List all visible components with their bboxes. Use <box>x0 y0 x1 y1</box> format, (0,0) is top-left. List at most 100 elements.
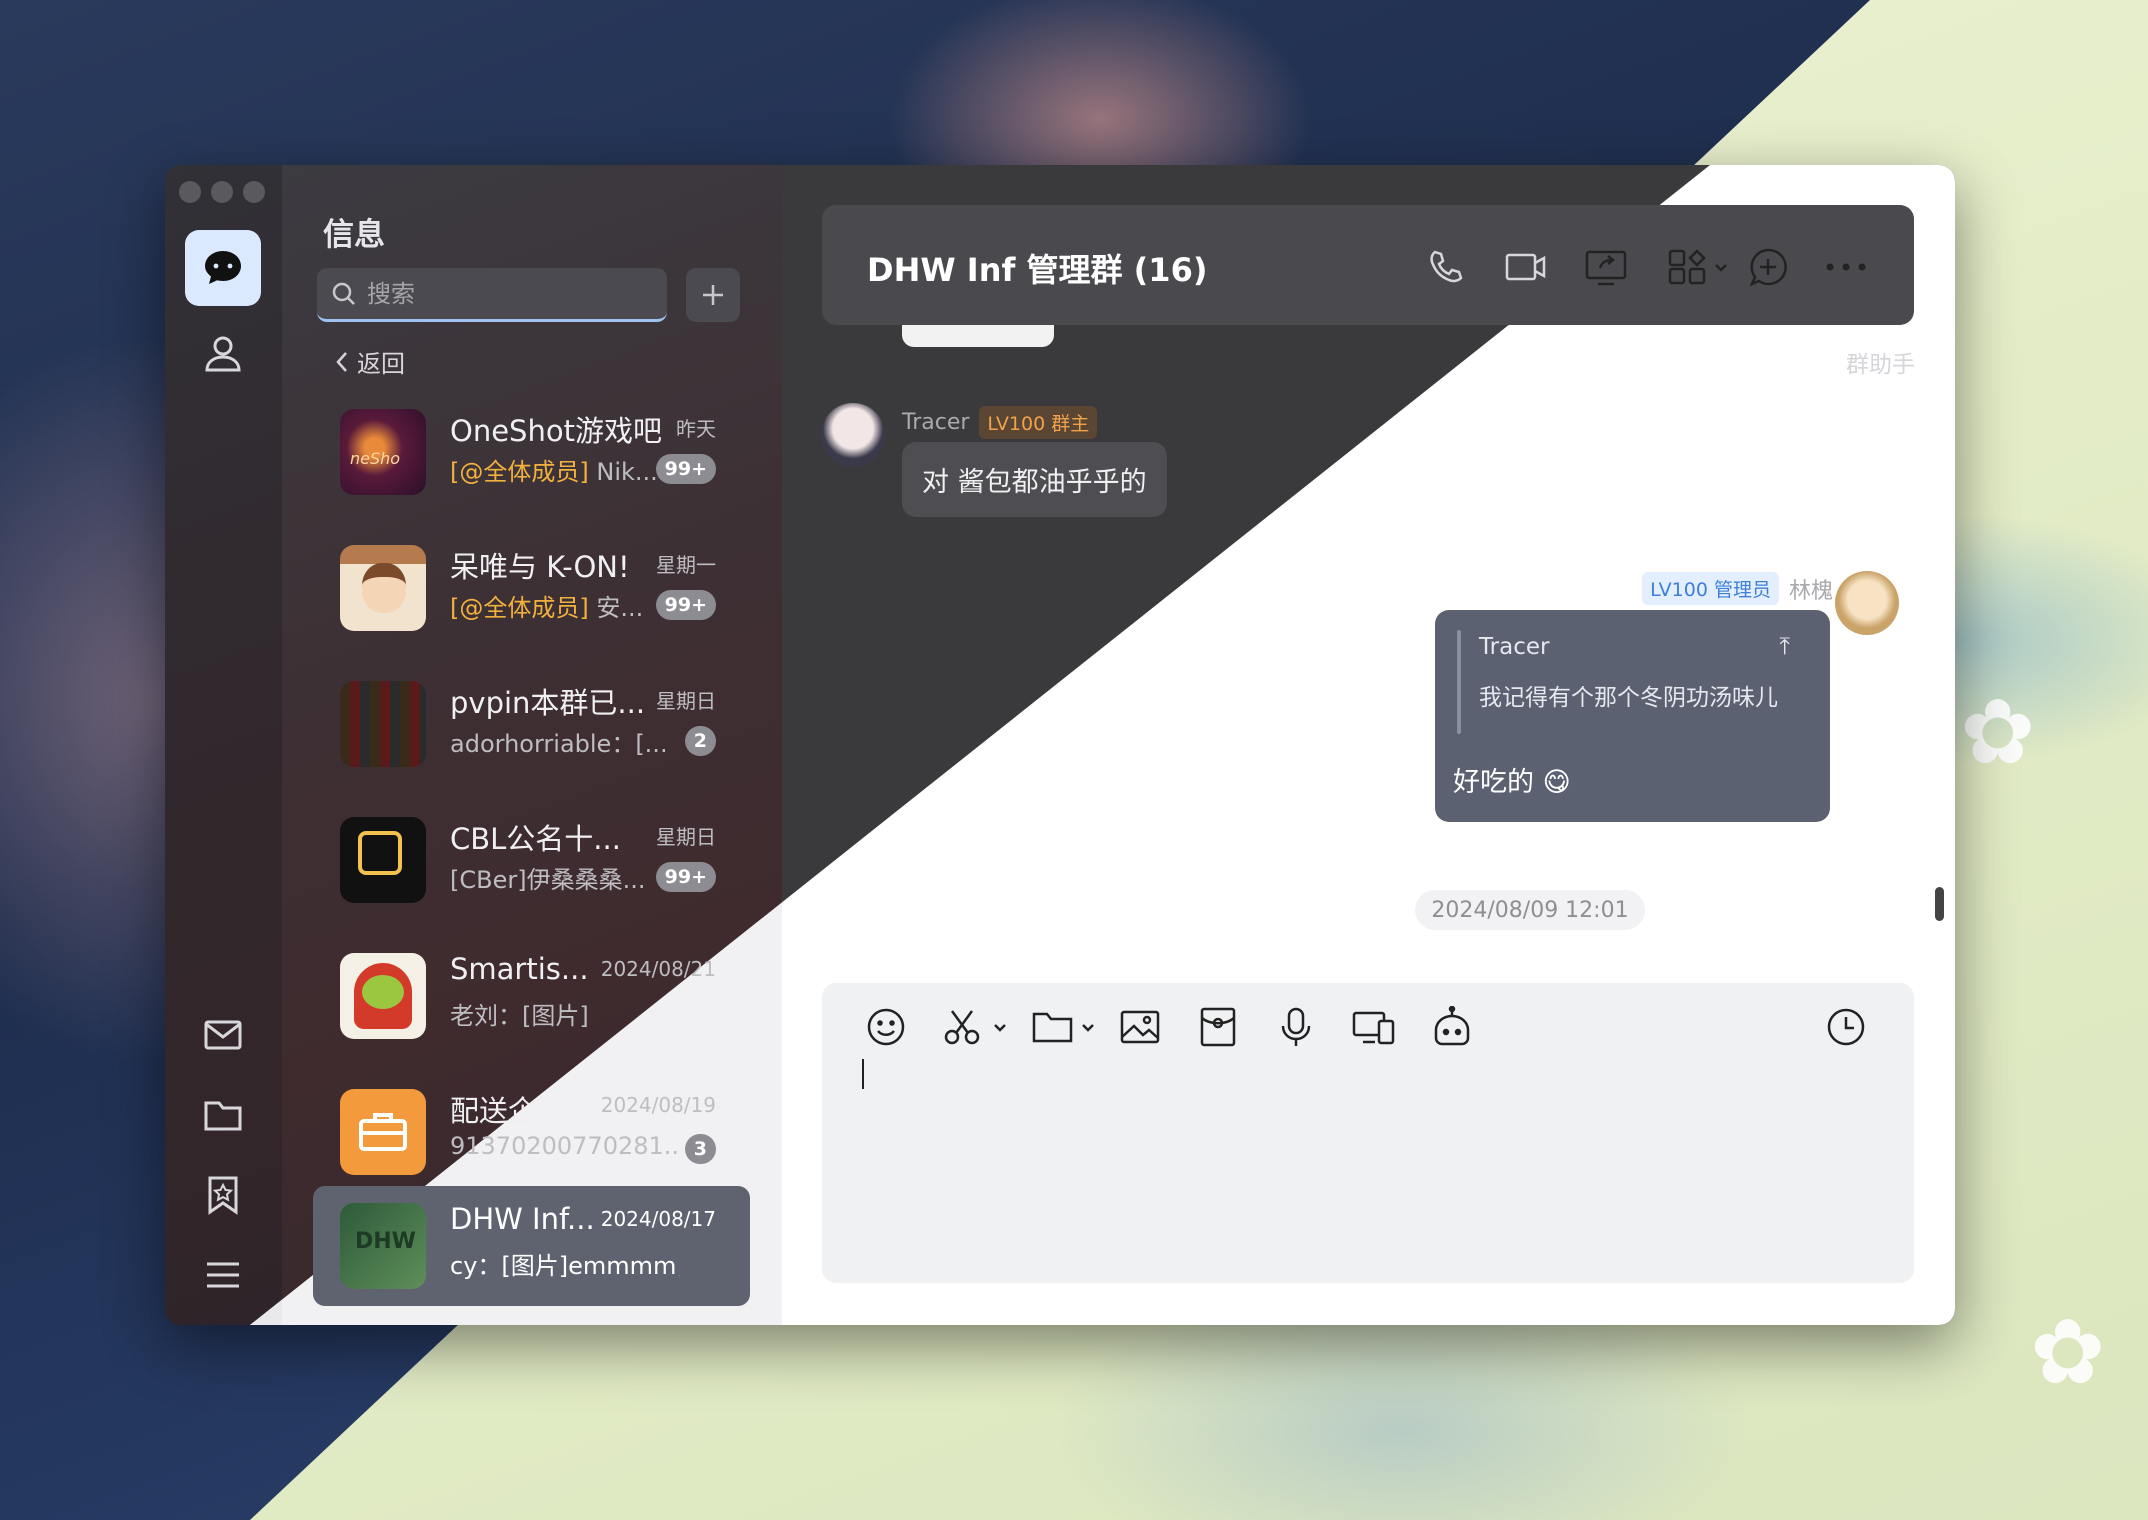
chat-bubble-icon <box>205 251 241 284</box>
close-window-button[interactable] <box>179 181 201 203</box>
chat-time: 星期日 <box>656 689 716 713</box>
mail-nav-button[interactable] <box>185 997 261 1073</box>
unread-badge: 99+ <box>655 454 716 484</box>
send-image-button[interactable] <box>1116 1003 1164 1051</box>
chat-title: CBL公名十... <box>450 822 621 856</box>
emoji-button[interactable] <box>862 1003 910 1051</box>
chat-list-item[interactable]: CBL公名十... 星期日 [CBer]伊桑桑桑... 99+ <box>313 800 750 920</box>
red-packet-icon <box>1200 1007 1236 1047</box>
voice-call-button[interactable] <box>1422 245 1470 289</box>
jump-to-quote-icon[interactable]: ⤒ <box>1779 632 1790 660</box>
person-icon <box>205 336 241 372</box>
chat-list-item-selected[interactable]: DHW DHW Inf... 2024/08/17 cy：[图片]emmmm，.… <box>313 1186 750 1306</box>
messages-nav-button[interactable] <box>185 230 261 306</box>
chat-preview-text: 安... <box>588 594 644 622</box>
unread-badge: 3 <box>684 1134 716 1164</box>
chat-preview: 91370200770281... <box>450 1132 680 1160</box>
quote-author: Tracer <box>1479 634 1550 660</box>
unread-badge: 99+ <box>655 590 716 620</box>
share-screen-icon <box>1585 250 1627 286</box>
share-screen-button[interactable] <box>1582 245 1630 289</box>
sender-avatar[interactable] <box>1835 571 1899 635</box>
text-cursor <box>862 1059 864 1089</box>
briefcase-icon <box>359 1113 407 1151</box>
send-file-button[interactable] <box>1028 1003 1100 1051</box>
unread-badge: 99+ <box>655 862 716 892</box>
devices-icon <box>1352 1011 1395 1045</box>
message-bubble-reply[interactable]: Tracer ⤒ 我记得有个那个冬阴功汤味儿 好吃的 😋 <box>1435 610 1830 822</box>
mail-icon <box>204 1020 242 1050</box>
zoom-window-button[interactable] <box>243 181 265 203</box>
menu-nav-button[interactable] <box>185 1237 261 1313</box>
group-avatar <box>340 545 426 631</box>
chat-preview: [@全体成员] Nik... <box>450 452 658 487</box>
smiley-icon <box>867 1008 905 1046</box>
voice-message-button[interactable] <box>1272 1003 1320 1051</box>
time-separator: 2024/08/09 12:01 <box>1415 890 1645 930</box>
sender-name: 林槐 <box>1788 578 1833 604</box>
messages-scrollbar[interactable] <box>1935 887 1944 921</box>
video-camera-icon <box>1505 253 1546 281</box>
favorites-nav-button[interactable] <box>185 1157 261 1233</box>
message-bubble[interactable]: 对 酱包都油乎乎的 <box>902 442 1167 517</box>
quote-text: 我记得有个那个冬阴功汤味儿 <box>1479 685 1778 711</box>
group-avatar: DHW <box>340 1203 426 1289</box>
chat-time: 2024/08/19 <box>600 1093 716 1117</box>
message-composer[interactable] <box>822 983 1914 1283</box>
chat-list-item[interactable]: Smartis... 2024/08/21 老刘：[图片] <box>313 936 750 1056</box>
reply-text: 好吃的 😋 <box>1453 767 1571 798</box>
screen-share-button[interactable] <box>1350 1003 1398 1051</box>
red-packet-button[interactable] <box>1194 1003 1242 1051</box>
chat-title: 配送企... <box>450 1094 565 1128</box>
screenshot-button[interactable] <box>940 1003 1012 1051</box>
unread-badge: 2 <box>684 726 716 756</box>
group-helper-link[interactable]: 群助手 <box>1846 345 1915 379</box>
chat-header: DHW Inf 管理群 (16) <box>822 205 1914 325</box>
chat-preview-text: Nik... <box>588 458 658 486</box>
history-button[interactable] <box>1822 1003 1870 1051</box>
search-input[interactable] <box>367 279 647 308</box>
create-button[interactable] <box>686 268 740 322</box>
video-call-button[interactable] <box>1502 245 1550 289</box>
chat-time: 星期一 <box>656 553 716 577</box>
mention-tag: [@全体成员] <box>450 594 589 622</box>
minimize-window-button[interactable] <box>211 181 233 203</box>
chat-preview: [CBer]伊桑桑桑... <box>450 866 646 894</box>
chat-time: 昨天 <box>676 417 716 441</box>
bot-button[interactable] <box>1428 1003 1476 1051</box>
chat-preview: adorhorriable：[... <box>450 730 668 758</box>
chat-preview: [@全体成员] 安... <box>450 588 643 623</box>
chat-list-item[interactable]: 呆唯与 K-ON! 星期一 [@全体成员] 安... 99+ <box>313 528 750 648</box>
sender-info: LV100 管理员 林槐 <box>1642 572 1833 605</box>
contacts-nav-button[interactable] <box>185 315 261 391</box>
sender-avatar[interactable] <box>821 403 885 467</box>
admin-level-badge: LV100 管理员 <box>1642 572 1779 605</box>
section-title: 信息 <box>323 217 385 253</box>
back-button[interactable]: 返回 <box>335 344 405 379</box>
chat-title: Smartis... <box>450 952 589 986</box>
chat-preview: 老刘：[图片] <box>450 1002 589 1030</box>
scissors-icon <box>944 1010 1006 1045</box>
add-button[interactable] <box>1744 245 1792 289</box>
qq-window: 信息 返回 群助手 neSho OneShot游戏吧 昨天 [@全体成员] Ni… <box>165 165 1955 1325</box>
more-dots-icon <box>1826 263 1866 271</box>
chat-list-item[interactable]: 配送企... 2024/08/19 91370200770281... 3 <box>313 1072 750 1192</box>
chat-list-item[interactable]: neSho OneShot游戏吧 昨天 [@全体成员] Nik... 99+ <box>313 392 750 512</box>
plus-bubble-icon <box>1749 248 1787 287</box>
apps-button[interactable] <box>1664 245 1736 289</box>
search-box[interactable] <box>317 268 667 322</box>
group-avatar <box>340 681 426 767</box>
previous-image-message[interactable] <box>902 325 1054 347</box>
chat-title: DHW Inf... <box>450 1202 595 1236</box>
chat-preview: cy：[图片]emmmm，... <box>450 1252 680 1280</box>
sender-name: Tracer <box>902 410 970 435</box>
quote-bar <box>1457 630 1461 734</box>
chat-list-item[interactable]: pvpin本群已... 星期日 adorhorriable：[... 2 <box>313 664 750 784</box>
chat-time: 星期日 <box>656 825 716 849</box>
robot-icon <box>1434 1006 1470 1046</box>
phone-icon <box>1430 250 1463 283</box>
group-avatar <box>340 817 426 903</box>
more-options-button[interactable] <box>1822 245 1870 289</box>
files-nav-button[interactable] <box>185 1077 261 1153</box>
group-avatar <box>340 953 426 1039</box>
